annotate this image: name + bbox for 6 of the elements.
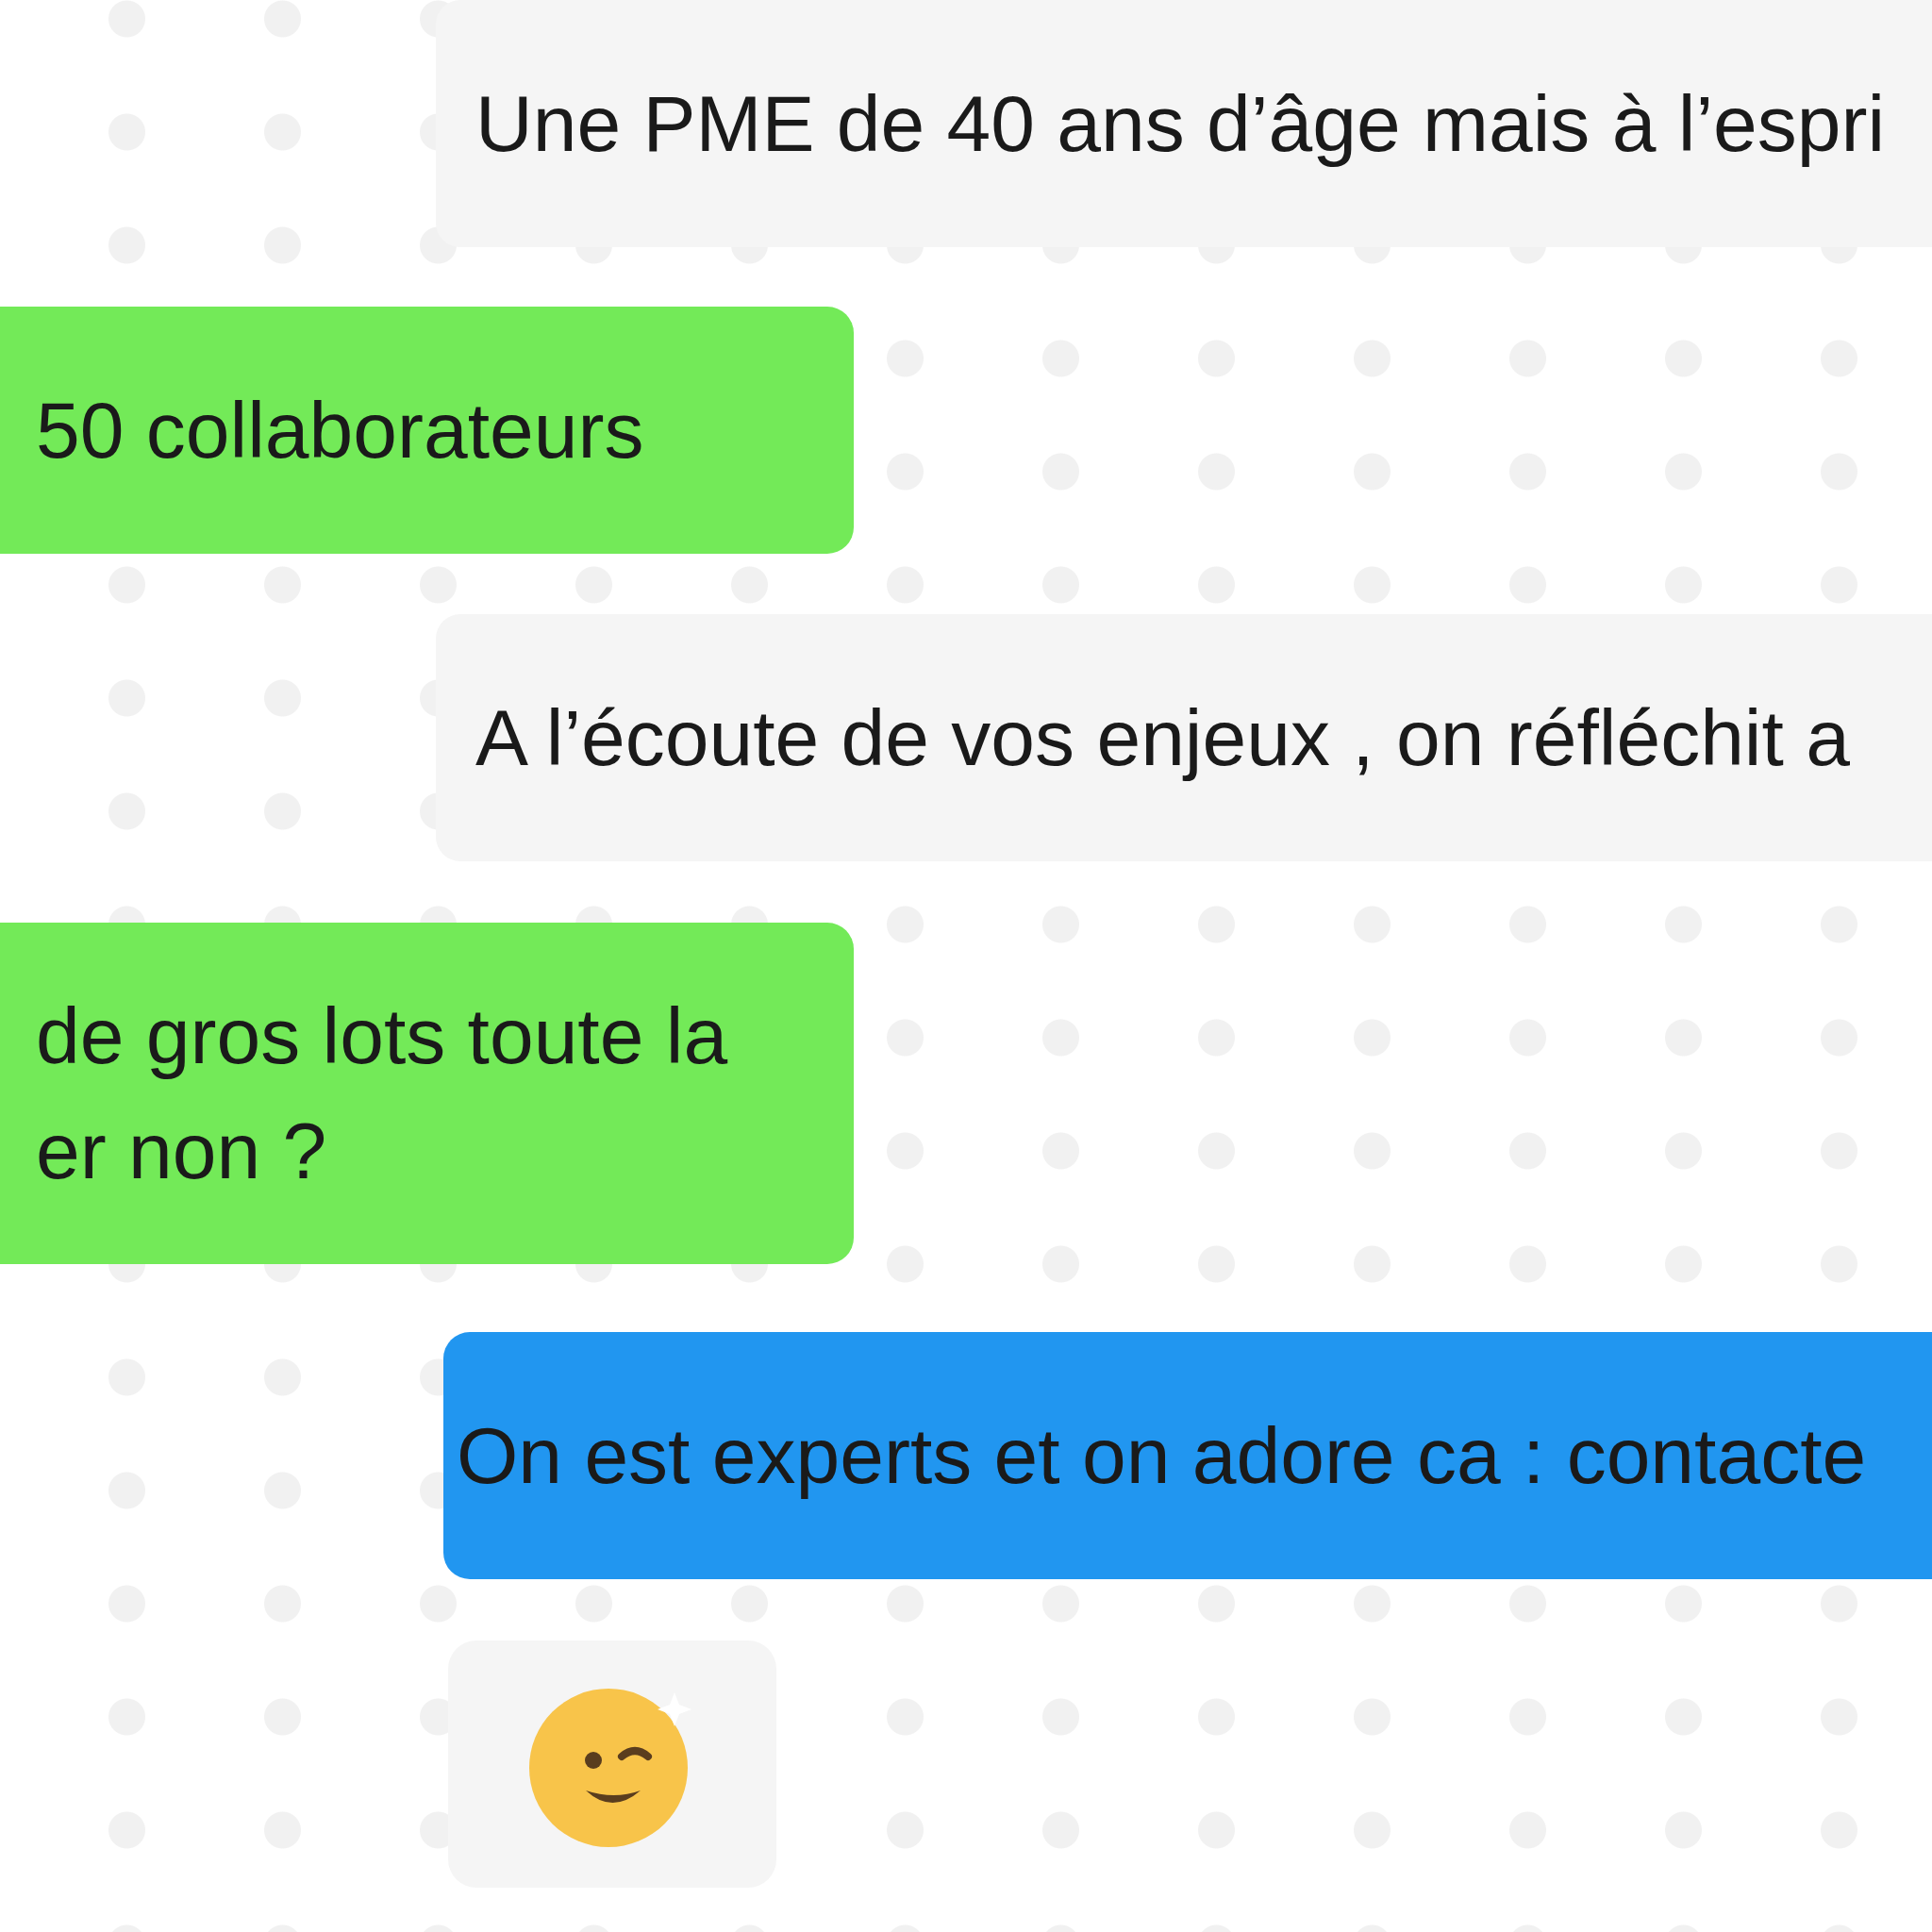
message-text: Une PME de 40 ans d’âge mais à l’espri: [475, 78, 1887, 170]
message-text: er non ?: [36, 1106, 328, 1197]
message-text: On est experts et on adore ca : contacte: [457, 1410, 1868, 1502]
message-text: 50 collaborateurs: [36, 385, 645, 476]
message-text: de gros lots toute la: [36, 991, 729, 1082]
message-text: A l’écoute de vos enjeux , on réfléchit a: [475, 692, 1851, 784]
